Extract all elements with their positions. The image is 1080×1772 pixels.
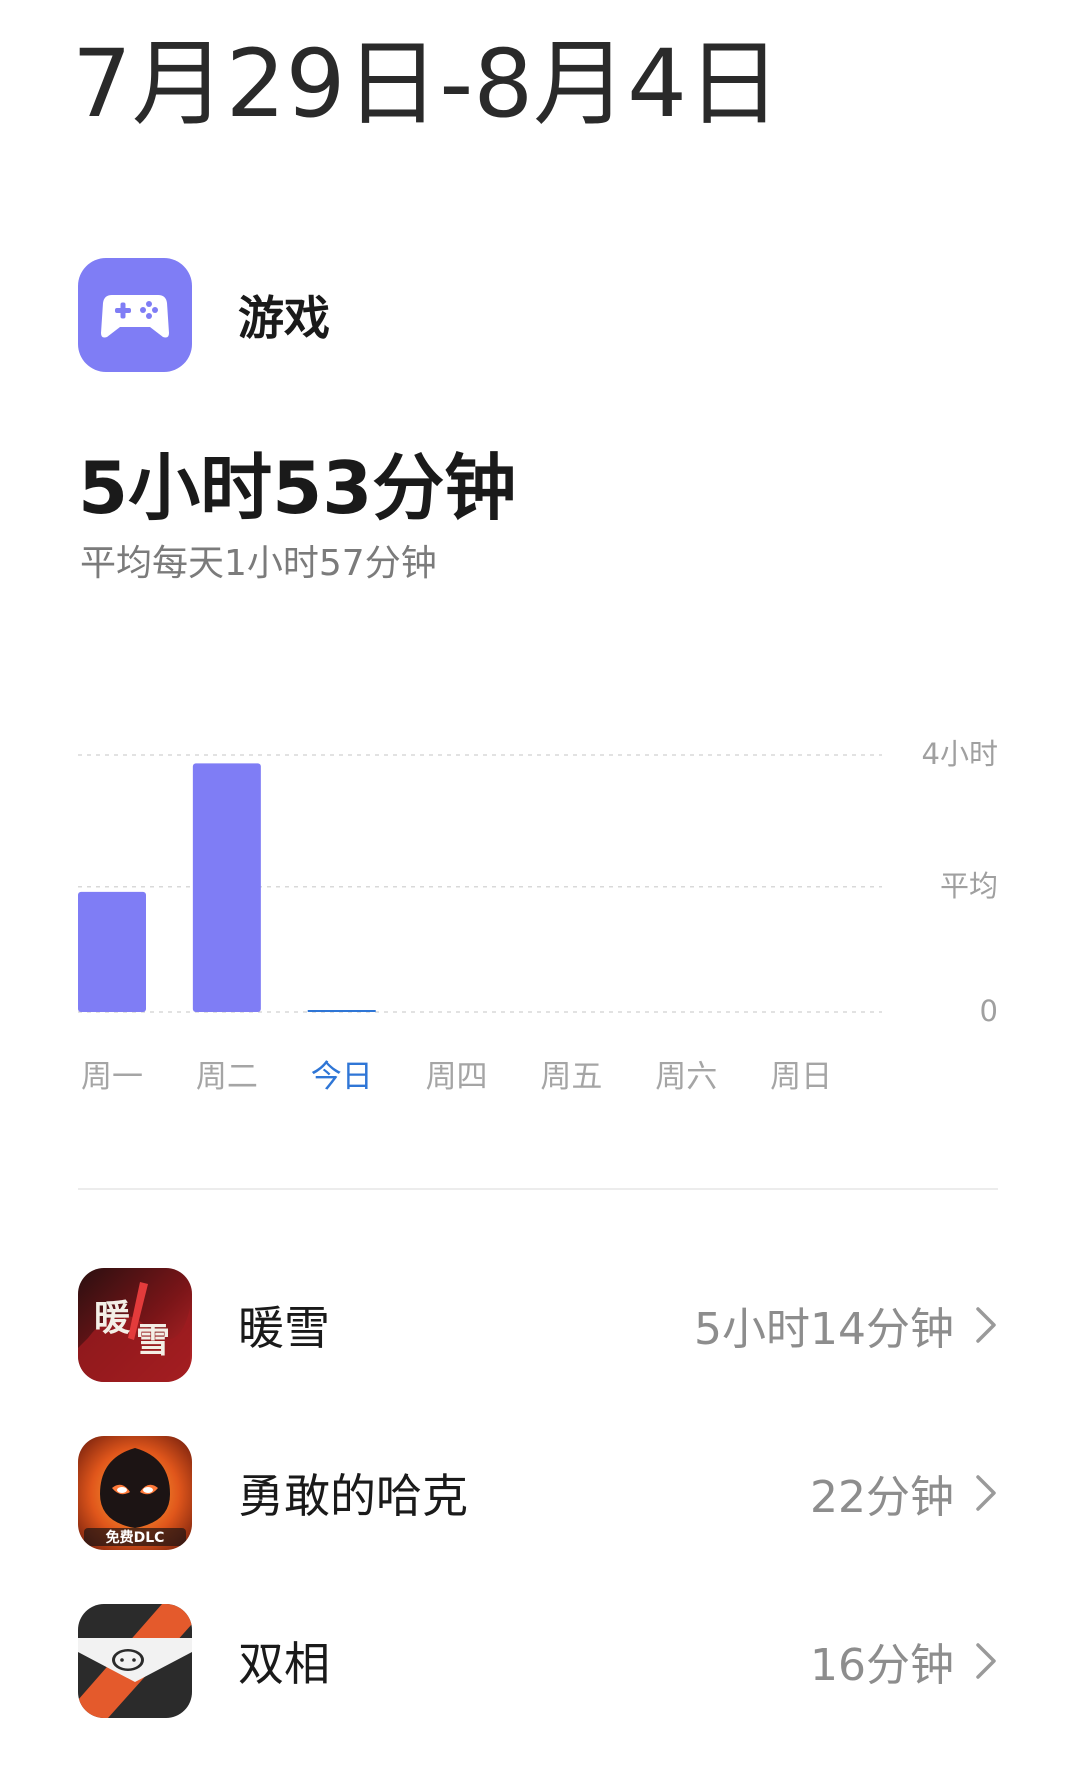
app-row-brave-hark[interactable]: 免费DLC 勇敢的哈克 22分钟 <box>78 1436 998 1550</box>
chart-svg <box>78 754 882 1013</box>
day-label-6[interactable]: 周六 <box>626 1062 746 1093</box>
svg-text:暖: 暖 <box>94 1297 131 1339</box>
app-row-nuanxue[interactable]: 暖 雪 暖雪 5小时14分钟 <box>78 1268 998 1382</box>
daily-average-text: 平均每天1小时57分钟 <box>80 543 437 584</box>
day-label-7[interactable]: 周日 <box>741 1062 861 1093</box>
day-label-3[interactable]: 今日 <box>282 1062 402 1093</box>
day-label-2[interactable]: 周二 <box>167 1062 287 1093</box>
day-label-1[interactable]: 周一 <box>52 1062 172 1093</box>
app-row-shuangxiang[interactable]: 双相 16分钟 <box>78 1604 998 1718</box>
category-label: 游戏 <box>238 291 330 345</box>
shuangxiang-app-icon <box>78 1604 192 1718</box>
app-usage-time: 16分钟 <box>810 1640 954 1691</box>
app-usage-time: 5小时14分钟 <box>694 1304 954 1355</box>
brave-hark-app-icon: 免费DLC <box>78 1436 192 1550</box>
y-label-zero: 0 <box>979 994 998 1028</box>
app-name: 暖雪 <box>238 1301 330 1355</box>
app-usage-time: 22分钟 <box>810 1472 954 1523</box>
bar-3[interactable] <box>307 1010 376 1012</box>
bar-1[interactable] <box>78 891 146 1012</box>
day-label-4[interactable]: 周四 <box>397 1062 517 1093</box>
chevron-right-icon <box>974 1473 998 1513</box>
usage-bar-chart: 4小时平均 0 周一 周二 今日 周四 周五 周六 周日 <box>0 700 1080 1120</box>
date-range-title: 7月29日-8月4日 <box>72 30 781 139</box>
total-usage-time: 5小时53分钟 <box>78 446 517 530</box>
chevron-right-icon <box>974 1641 998 1681</box>
day-label-5[interactable]: 周五 <box>511 1062 631 1093</box>
category-header: 游戏 <box>78 258 330 372</box>
y-label-max: 4小时 <box>921 737 998 771</box>
app-name: 双相 <box>238 1637 330 1691</box>
app-usage-list: 暖 雪 暖雪 5小时14分钟 免费DLC 勇敢的哈克 22分钟 双相 16分钟 <box>78 1268 998 1772</box>
app-name: 勇敢的哈克 <box>238 1469 468 1523</box>
chevron-right-icon <box>974 1305 998 1345</box>
gamepad-icon <box>78 258 192 372</box>
y-label-average: 平均 <box>939 868 998 903</box>
bar-2[interactable] <box>192 763 261 1012</box>
svg-text:雪: 雪 <box>136 1321 170 1361</box>
section-divider <box>78 1188 998 1190</box>
nuanxue-app-icon: 暖 雪 <box>78 1268 192 1382</box>
icon-badge-text: 免费DLC <box>106 1529 165 1546</box>
